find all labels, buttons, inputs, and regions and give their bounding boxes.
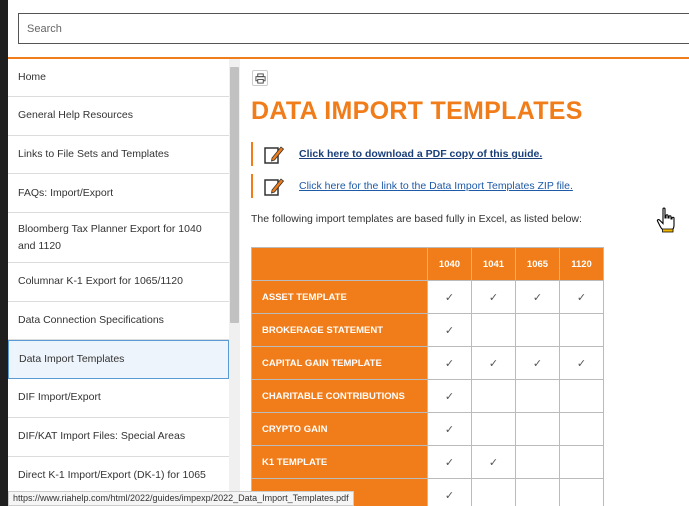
template-name-cell: ASSET TEMPLATE <box>251 280 428 314</box>
sidebar-item-faqs[interactable]: FAQs: Import/Export <box>8 174 229 214</box>
templates-table: 1040 1041 1065 1120 ASSET TEMPLATE ✓ ✓ ✓ ✓ BR… <box>251 247 604 506</box>
empty-cell <box>559 412 604 446</box>
sidebar-item-label: DIF/KAT Import Files: Special Areas <box>18 430 186 443</box>
sidebar-item-direct-k1[interactable]: Direct K-1 Import/Export (DK-1) for 1065 <box>8 457 229 496</box>
empty-cell <box>515 412 560 446</box>
sidebar-item-label: FAQs: Import/Export <box>18 186 114 199</box>
status-bar-url: https://www.riahelp.com/html/2022/guides… <box>8 491 354 506</box>
sidebar-item-label: Data Import Templates <box>19 353 125 366</box>
empty-cell <box>515 313 560 347</box>
empty-cell <box>471 412 516 446</box>
checkmark-cell: ✓ <box>427 346 472 380</box>
sidebar-item-label: Data Connection Specifications <box>18 314 164 327</box>
search-input[interactable] <box>19 14 689 43</box>
sidebar-item-dif-import-export[interactable]: DIF Import/Export <box>8 379 229 418</box>
column-header: 1065 <box>515 247 560 281</box>
top-bar <box>0 0 689 60</box>
sidebar-item-label: Home <box>18 71 47 83</box>
intro-text: The following import templates are based… <box>251 213 582 225</box>
checkmark-cell: ✓ <box>427 313 472 347</box>
sidebar-item-general-help[interactable]: General Help Resources <box>8 97 229 136</box>
column-header: 1041 <box>471 247 516 281</box>
sidebar-item-label: Columnar K-1 Export for 1065/1120 <box>18 275 183 288</box>
empty-cell <box>559 478 604 506</box>
page-title: DATA IMPORT TEMPLATES <box>251 97 583 125</box>
checkmark-cell: ✓ <box>427 412 472 446</box>
checkmark-cell: ✓ <box>427 280 472 314</box>
template-name-cell: K1 TEMPLATE <box>251 445 428 479</box>
table-row: BROKERAGE STATEMENT ✓ <box>251 313 604 347</box>
scrollbar-thumb[interactable] <box>230 67 239 323</box>
table-header-corner <box>251 247 428 281</box>
column-header: 1120 <box>559 247 604 281</box>
template-name-cell: CHARITABLE CONTRIBUTIONS <box>251 379 428 413</box>
zip-download-link[interactable]: Click here for the link to the Data Impo… <box>299 180 573 192</box>
empty-cell <box>515 379 560 413</box>
table-row: CRYPTO GAIN ✓ <box>251 412 604 446</box>
sidebar-item-dif-kat[interactable]: DIF/KAT Import Files: Special Areas <box>8 418 229 457</box>
empty-cell <box>471 379 516 413</box>
empty-cell <box>515 445 560 479</box>
sidebar-item-home[interactable]: Home <box>8 59 229 97</box>
hand-pointer-icon <box>656 207 675 233</box>
template-name-cell: BROKERAGE STATEMENT <box>251 313 428 347</box>
checkmark-cell: ✓ <box>427 445 472 479</box>
sidebar-item-data-connection[interactable]: Data Connection Specifications <box>8 302 229 341</box>
empty-cell <box>471 478 516 506</box>
empty-cell <box>471 313 516 347</box>
main-content: DATA IMPORT TEMPLATES Click here to down… <box>240 59 689 506</box>
table-row: CAPITAL GAIN TEMPLATE ✓ ✓ ✓ ✓ <box>251 346 604 380</box>
edit-document-icon <box>264 146 285 164</box>
empty-cell <box>515 478 560 506</box>
checkmark-cell: ✓ <box>515 280 560 314</box>
table-header-row: 1040 1041 1065 1120 <box>251 247 604 281</box>
template-name-cell: CRYPTO GAIN <box>251 412 428 446</box>
table-row: CHARITABLE CONTRIBUTIONS ✓ <box>251 379 604 413</box>
sidebar-item-label: Bloomberg Tax Planner Export for 1040 an… <box>18 222 202 252</box>
checkmark-cell: ✓ <box>471 346 516 380</box>
sidebar-item-label: General Help Resources <box>18 109 133 122</box>
sidebar-scrollbar[interactable] <box>229 59 240 506</box>
checkmark-cell: ✓ <box>427 379 472 413</box>
sidebar-item-bloomberg[interactable]: Bloomberg Tax Planner Export for 1040 an… <box>8 213 229 264</box>
sidebar-item-label: Links to File Sets and Templates <box>18 148 169 161</box>
sidebar-nav: Home General Help Resources Links to Fil… <box>8 59 229 506</box>
checkmark-cell: ✓ <box>471 280 516 314</box>
checkmark-cell: ✓ <box>471 445 516 479</box>
link-accent-bar <box>251 142 253 166</box>
checkmark-cell: ✓ <box>559 280 604 314</box>
search-box[interactable] <box>18 13 689 44</box>
printer-icon <box>254 72 266 84</box>
checkmark-cell: ✓ <box>559 346 604 380</box>
sidebar-item-label: Direct K-1 Import/Export (DK-1) for 1065 <box>18 468 206 481</box>
checkmark-cell: ✓ <box>515 346 560 380</box>
edit-document-icon <box>264 178 285 196</box>
sidebar-item-label: DIF Import/Export <box>18 391 101 404</box>
empty-cell <box>559 445 604 479</box>
sidebar-item-columnar-k1[interactable]: Columnar K-1 Export for 1065/1120 <box>8 263 229 302</box>
zip-link-row: Click here for the link to the Data Impo… <box>251 173 573 199</box>
sidebar-item-data-import-templates[interactable]: Data Import Templates <box>8 340 229 380</box>
empty-cell <box>559 379 604 413</box>
link-accent-bar <box>251 174 253 198</box>
table-row: ASSET TEMPLATE ✓ ✓ ✓ ✓ <box>251 280 604 314</box>
empty-cell <box>559 313 604 347</box>
column-header: 1040 <box>427 247 472 281</box>
checkmark-cell: ✓ <box>427 478 472 506</box>
table-row: K1 TEMPLATE ✓ ✓ <box>251 445 604 479</box>
window-edge <box>0 0 8 506</box>
sidebar-item-file-sets[interactable]: Links to File Sets and Templates <box>8 136 229 175</box>
print-button[interactable] <box>252 70 268 86</box>
pdf-download-link[interactable]: Click here to download a PDF copy of thi… <box>299 148 542 160</box>
template-name-cell: CAPITAL GAIN TEMPLATE <box>251 346 428 380</box>
pdf-link-row: Click here to download a PDF copy of thi… <box>251 141 542 167</box>
